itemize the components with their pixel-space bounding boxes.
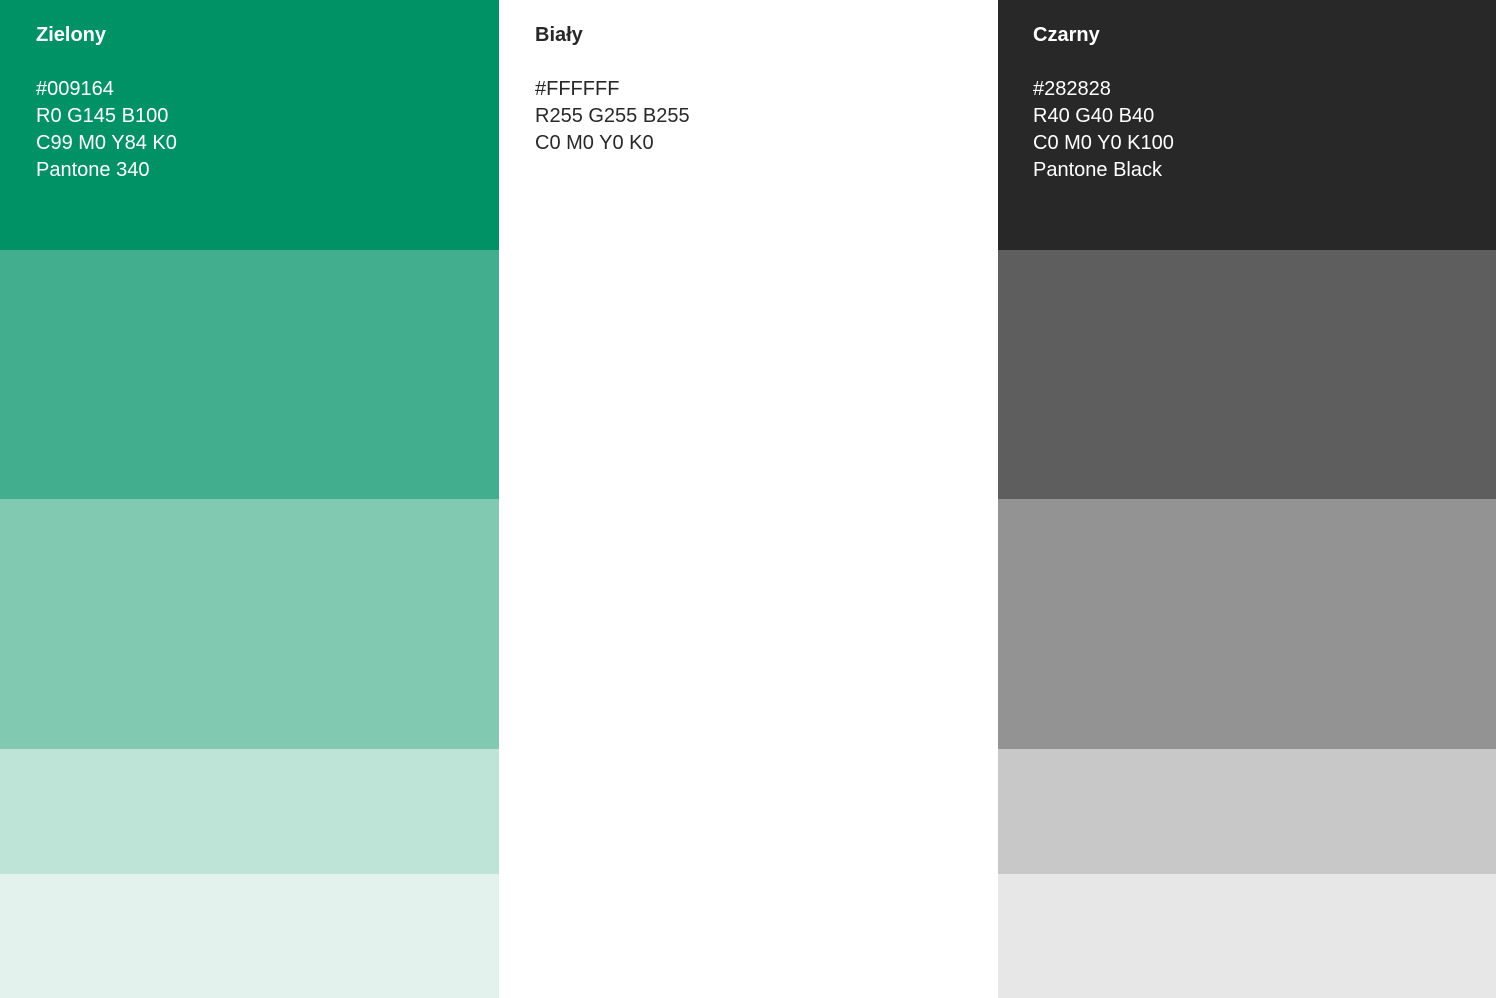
color-info-white: Biały #FFFFFF R255 G255 B255 C0 M0 Y0 K0 [535,22,690,157]
color-hex: #009164 [36,78,114,100]
color-pantone: Pantone 340 [36,159,150,181]
color-rgb: R40 G40 B40 [1033,105,1155,127]
color-cmyk: C0 M0 Y0 K100 [1033,132,1174,154]
color-rgb: R0 G145 B100 [36,105,169,127]
color-name: Zielony [36,24,107,46]
swatch-green-75 [0,250,499,499]
swatch-black-50 [998,499,1496,749]
color-cmyk: C0 M0 Y0 K0 [535,132,654,154]
palette-column-white: Biały #FFFFFF R255 G255 B255 C0 M0 Y0 K0 [499,0,998,998]
palette-column-green: Zielony #009164 R0 G145 B100 C99 M0 Y84 … [0,0,499,998]
color-name: Czarny [1033,24,1100,46]
color-hex: #FFFFFF [535,78,620,100]
palette-column-black: Czarny #282828 R40 G40 B40 C0 M0 Y0 K100… [998,0,1496,998]
color-palette: Zielony #009164 R0 G145 B100 C99 M0 Y84 … [0,0,1496,998]
color-hex: #282828 [1033,78,1111,100]
color-info-black: Czarny #282828 R40 G40 B40 C0 M0 Y0 K100… [1033,22,1174,184]
color-rgb: R255 G255 B255 [535,105,690,127]
swatch-green-25 [0,749,499,874]
color-info-green: Zielony #009164 R0 G145 B100 C99 M0 Y84 … [36,22,177,184]
color-pantone: Pantone Black [1033,159,1162,181]
swatch-green-50 [0,499,499,749]
swatch-green-10 [0,874,499,998]
swatch-black-75 [998,250,1496,499]
swatch-black-25 [998,749,1496,874]
color-cmyk: C99 M0 Y84 K0 [36,132,177,154]
color-name: Biały [535,24,583,46]
swatch-black-10 [998,874,1496,998]
